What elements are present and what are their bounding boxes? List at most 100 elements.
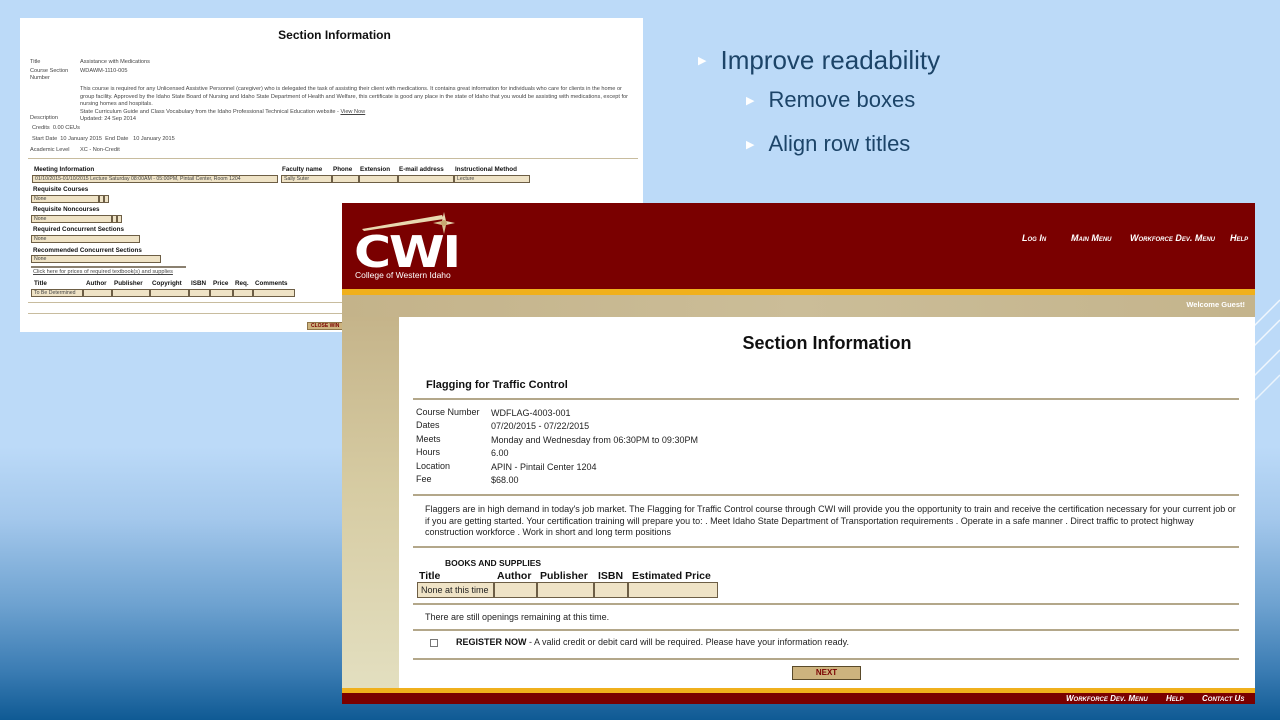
view-now-link[interactable]: View Now [340, 109, 365, 115]
divider [413, 398, 1239, 400]
cwi-section-info-screenshot: CWI College of Western Idaho Log In Main… [342, 203, 1255, 704]
old-credits-label: Credits [32, 125, 50, 131]
books-cell: None at this time [417, 582, 494, 598]
old-updated: Updated: 24 Sep 2014 [80, 116, 136, 123]
divider [28, 158, 638, 159]
footer-help[interactable]: Help [1166, 694, 1183, 703]
old-academic-label: Academic Level [30, 147, 70, 153]
cell [117, 215, 122, 223]
openings-status: There are still openings remaining at th… [425, 612, 610, 622]
old-title-label: Title [30, 59, 41, 65]
triangle-bullet-icon: ▶ [746, 94, 755, 107]
method-col-header: Instructional Method [455, 166, 517, 173]
divider [413, 603, 1239, 605]
logo-subtitle: College of Western Idaho [355, 270, 451, 280]
register-now-text: - A valid credit or debit card will be r… [526, 637, 850, 647]
books-cell [594, 582, 628, 598]
course-name: Flagging for Traffic Control [426, 379, 568, 391]
method-cell: Lecture [454, 175, 530, 183]
nav-workforce-dev-menu[interactable]: Workforce Dev. Menu [1130, 233, 1215, 243]
nav-help[interactable]: Help [1230, 233, 1248, 243]
divider [413, 494, 1239, 496]
required-concurrent-header: Required Concurrent Sections [33, 226, 124, 233]
phone-col-header: Phone [333, 166, 353, 173]
old-credits-unit: CEUs [65, 125, 80, 131]
old-description-text: This course is required for any Unlicens… [80, 86, 628, 108]
books-cell [112, 289, 150, 297]
old-start-value: 10 January 2015 [60, 136, 102, 142]
old-title-value: Assistance with Medications [80, 59, 150, 65]
books-col-title: Title [34, 280, 47, 287]
register-now-checkbox[interactable] [430, 639, 438, 647]
divider [413, 658, 1239, 660]
old-description-label: Description [30, 115, 58, 121]
books-col-comments: Comments [255, 280, 288, 287]
triangle-bullet-icon: ▶ [746, 138, 755, 151]
close-window-button[interactable]: CLOSE WIN [307, 322, 347, 330]
footer-contact-us[interactable]: Contact Us [1202, 694, 1244, 703]
detail-value: Monday and Wednesday from 06:30PM to 09:… [491, 435, 698, 445]
books-cell [494, 582, 537, 598]
faculty-col-header: Faculty name [282, 166, 323, 173]
cwi-logo[interactable]: CWI College of Western Idaho [352, 211, 462, 285]
books-cell [233, 289, 253, 297]
requisite-noncourses-value: None [31, 215, 112, 223]
detail-label: Course Number [416, 407, 480, 417]
old-academic-value: XC - Non-Credit [80, 147, 120, 153]
divider [413, 629, 1239, 631]
detail-value: APIN - Pintail Center 1204 [491, 462, 597, 472]
bullet-text: Improve readability [720, 44, 941, 75]
nav-log-in[interactable]: Log In [1022, 233, 1046, 243]
books-cell [150, 289, 189, 297]
textbook-prices-link[interactable]: Click here for prices of required textbo… [33, 269, 173, 275]
email-cell [398, 175, 454, 183]
books-cell [189, 289, 210, 297]
books-cell [253, 289, 295, 297]
faculty-cell: Sally Suter [281, 175, 332, 183]
books-col-isbn: ISBN [598, 570, 624, 582]
old-section-label-2: Number [30, 75, 50, 81]
old-start-label: Start Date [32, 136, 58, 142]
email-col-header: E-mail address [399, 166, 444, 173]
books-cell [537, 582, 594, 598]
books-col-author: Author [497, 570, 532, 582]
recommended-concurrent-header: Recommended Concurrent Sections [33, 247, 142, 254]
old-dates: Start Date 10 January 2015 End Date 10 J… [32, 136, 175, 142]
detail-label: Meets [416, 434, 441, 444]
next-button[interactable]: NEXT [792, 666, 861, 680]
bullet-text: Align row titles [768, 131, 911, 156]
divider [413, 546, 1239, 548]
old-credits-value: 0.00 [52, 125, 64, 131]
books-header: BOOKS AND SUPPLIES [445, 558, 542, 568]
left-gutter [342, 317, 399, 689]
old-section-value: WDAWM-1110-005 [80, 68, 128, 74]
triangle-bullet-icon: ▶ [698, 54, 707, 67]
old-description: This course is required for any Unlicens… [80, 86, 635, 124]
detail-label: Fee [416, 474, 432, 484]
footer-workforce-dev-menu[interactable]: Workforce Dev. Menu [1066, 694, 1148, 703]
extension-col-header: Extension [360, 166, 391, 173]
bullet-item: ▶ Improve readability [698, 42, 940, 78]
bullet-item: ▶ Remove boxes [746, 78, 940, 122]
register-now-label: REGISTER NOW - A valid credit or debit c… [456, 637, 849, 647]
welcome-message: Welcome Guest! [1186, 300, 1245, 309]
books-cell [210, 289, 233, 297]
books-col-price: Price [213, 280, 229, 287]
old-curriculum-text: State Curriculum Guide and Class Vocabul… [80, 108, 341, 115]
books-col-title: Title [419, 570, 441, 582]
old-section-label: Course Section [30, 68, 69, 74]
detail-value: WDFLAG-4003-001 [491, 408, 571, 418]
main-content: Section Information Flagging for Traffic… [399, 317, 1255, 689]
requisite-courses-value: None [31, 195, 99, 203]
extension-cell [359, 175, 398, 183]
old-end-label: End Date [105, 136, 129, 142]
cwi-header [342, 203, 1255, 289]
bullet-item: ▶ Align row titles [746, 122, 940, 166]
requisite-courses-header: Requisite Courses [33, 186, 89, 193]
books-col-publisher: Publisher [114, 280, 143, 287]
course-description: Flaggers are in high demand in today's j… [425, 504, 1236, 537]
nav-main-menu[interactable]: Main Menu [1071, 233, 1112, 243]
old-page-title: Section Information [278, 28, 391, 42]
books-col-estimated-price: Estimated Price [632, 570, 711, 582]
meeting-header: Meeting Information [34, 166, 95, 173]
